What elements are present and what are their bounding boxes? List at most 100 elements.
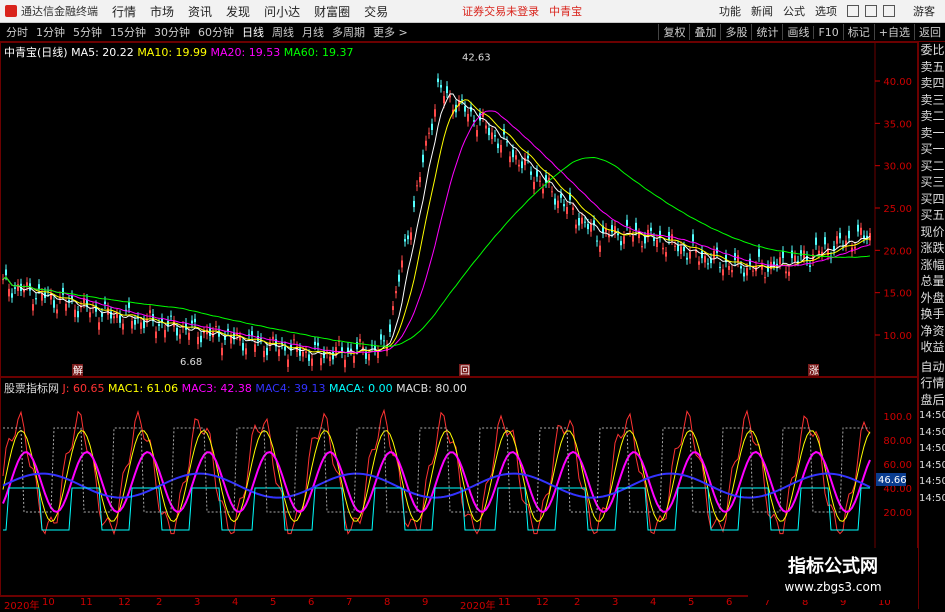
sidebar-item[interactable]: 总量: [919, 273, 945, 290]
close-icon[interactable]: [883, 5, 895, 17]
kline-chart[interactable]: 40.00 35.00 30.00 25.00 20.00 15.00 10.00 100.0…: [0, 42, 918, 596]
period-tab[interactable]: 月线: [302, 24, 324, 40]
menu-item[interactable]: 资讯: [188, 5, 212, 19]
sidebar-item[interactable]: 14:50: [919, 474, 945, 491]
period-tab[interactable]: 多周期: [332, 24, 365, 40]
sidebar-item[interactable]: 外盘: [919, 290, 945, 307]
sidebar-item[interactable]: 卖二: [919, 108, 945, 125]
menu-options[interactable]: 选项: [815, 3, 837, 19]
sidebar-item[interactable]: 14:50: [919, 441, 945, 458]
sidebar-item[interactable]: 买五: [919, 207, 945, 224]
minimize-icon[interactable]: [847, 5, 859, 17]
time-tick-label: 5: [688, 597, 695, 608]
login-notice[interactable]: 证券交易未登录: [462, 3, 539, 19]
candle-body: [467, 113, 469, 122]
top-right-menu: 功能 新闻 公式 选项 游客: [719, 0, 945, 22]
legend-mac4: MAC4: 39.13: [255, 382, 326, 395]
period-tab[interactable]: 分时: [6, 24, 28, 40]
quote-sidebar: 委比 卖五 卖四 卖三 卖二 卖一 买一 买二 买三 买四 买五 现价 涨跌 涨幅 总量 外盘 换手 净资 收益自动…: [918, 42, 945, 609]
guest-label[interactable]: 游客: [913, 3, 935, 19]
menu-news[interactable]: 新闻: [751, 3, 773, 19]
period-tab[interactable]: 5分钟: [73, 24, 102, 40]
event-marker: 回: [460, 365, 470, 377]
candle-body: [440, 84, 442, 88]
sidebar-item[interactable]: 自动: [919, 359, 945, 376]
menu-item[interactable]: 市场: [150, 5, 174, 19]
legend-ma5: MA5: 20.22: [71, 46, 134, 59]
legend-stock: 中青宝(日线): [4, 46, 68, 59]
sidebar-item[interactable]: 卖三: [919, 92, 945, 109]
menu-function[interactable]: 功能: [719, 3, 741, 19]
sidebar-item[interactable]: 收益: [919, 339, 945, 356]
chart-tool-button[interactable]: 复权: [658, 24, 689, 40]
candle-body: [101, 313, 103, 317]
candle-body: [158, 324, 160, 326]
period-tab[interactable]: 更多 >: [373, 24, 408, 40]
sidebar-item[interactable]: 现价: [919, 224, 945, 241]
candle-body: [284, 346, 286, 351]
sidebar-item[interactable]: 盘后: [919, 392, 945, 409]
period-tab[interactable]: 日线: [242, 24, 264, 40]
candle-body: [77, 311, 79, 318]
maximize-icon[interactable]: [865, 5, 877, 17]
price-tick-label: 40.00: [883, 77, 912, 88]
chart-tool-button[interactable]: F10: [813, 25, 842, 39]
sidebar-item[interactable]: 净资: [919, 323, 945, 340]
sidebar-item[interactable]: 卖一: [919, 125, 945, 142]
candle-body: [368, 353, 370, 361]
sidebar-item[interactable]: 14:50: [919, 458, 945, 475]
period-tab[interactable]: 60分钟: [198, 24, 234, 40]
sidebar-item[interactable]: 委比: [919, 42, 945, 59]
candle-body: [293, 339, 295, 341]
candle-body: [461, 99, 463, 101]
period-tab[interactable]: 周线: [272, 24, 294, 40]
sidebar-item[interactable]: 14:50: [919, 408, 945, 425]
period-tab[interactable]: 1分钟: [36, 24, 65, 40]
candle-body: [113, 316, 115, 319]
chart-tool-button[interactable]: 返回: [914, 24, 945, 40]
candle-body: [332, 351, 334, 360]
sidebar-item[interactable]: 涨幅: [919, 257, 945, 274]
candle-body: [416, 185, 418, 187]
period-tab[interactable]: 30分钟: [154, 24, 190, 40]
candle-body: [311, 358, 313, 366]
candle-body: [590, 224, 592, 232]
menu-item[interactable]: 财富圈: [314, 5, 350, 19]
sidebar-item[interactable]: 买一: [919, 141, 945, 158]
sidebar-item[interactable]: 买二: [919, 158, 945, 175]
menu-item[interactable]: 交易: [364, 5, 388, 19]
menu-item[interactable]: 发现: [226, 5, 250, 19]
chart-tool-button[interactable]: 画线: [782, 24, 813, 40]
chart-tool-button[interactable]: +自选: [873, 24, 914, 40]
chart-tool-button[interactable]: 多股: [720, 24, 751, 40]
sidebar-item[interactable]: 涨跌: [919, 240, 945, 257]
sidebar-item[interactable]: 买四: [919, 191, 945, 208]
candle-body: [353, 356, 355, 363]
period-tab[interactable]: 15分钟: [110, 24, 146, 40]
sidebar-item[interactable]: 14:50: [919, 491, 945, 508]
candle-body: [599, 245, 601, 252]
chart-tool-button[interactable]: 标记: [842, 24, 874, 40]
candle-body: [122, 323, 124, 330]
menu-formula[interactable]: 公式: [783, 3, 805, 19]
sidebar-item[interactable]: 卖四: [919, 75, 945, 92]
candle-body: [428, 132, 430, 134]
time-tick-label: 11: [498, 597, 511, 608]
sidebar-item[interactable]: 14:50: [919, 425, 945, 442]
candle-body: [26, 282, 28, 286]
candle-body: [389, 324, 391, 332]
sub-indicator-name[interactable]: 股票指标网: [4, 382, 59, 395]
sidebar-item[interactable]: 换手: [919, 306, 945, 323]
sidebar-item[interactable]: 行情: [919, 375, 945, 392]
chart-tool-button[interactable]: 统计: [751, 24, 782, 40]
chart-tool-button[interactable]: 叠加: [689, 24, 720, 40]
sidebar-item[interactable]: 卖五: [919, 59, 945, 76]
candle-body: [116, 313, 118, 318]
candle-body: [188, 332, 190, 340]
candle-body: [722, 269, 724, 276]
menu-item[interactable]: 行情: [112, 5, 136, 19]
sidebar-item[interactable]: 买三: [919, 174, 945, 191]
time-tick-label: 3: [612, 597, 619, 608]
candle-body: [314, 341, 316, 346]
menu-item[interactable]: 问小达: [264, 5, 300, 19]
